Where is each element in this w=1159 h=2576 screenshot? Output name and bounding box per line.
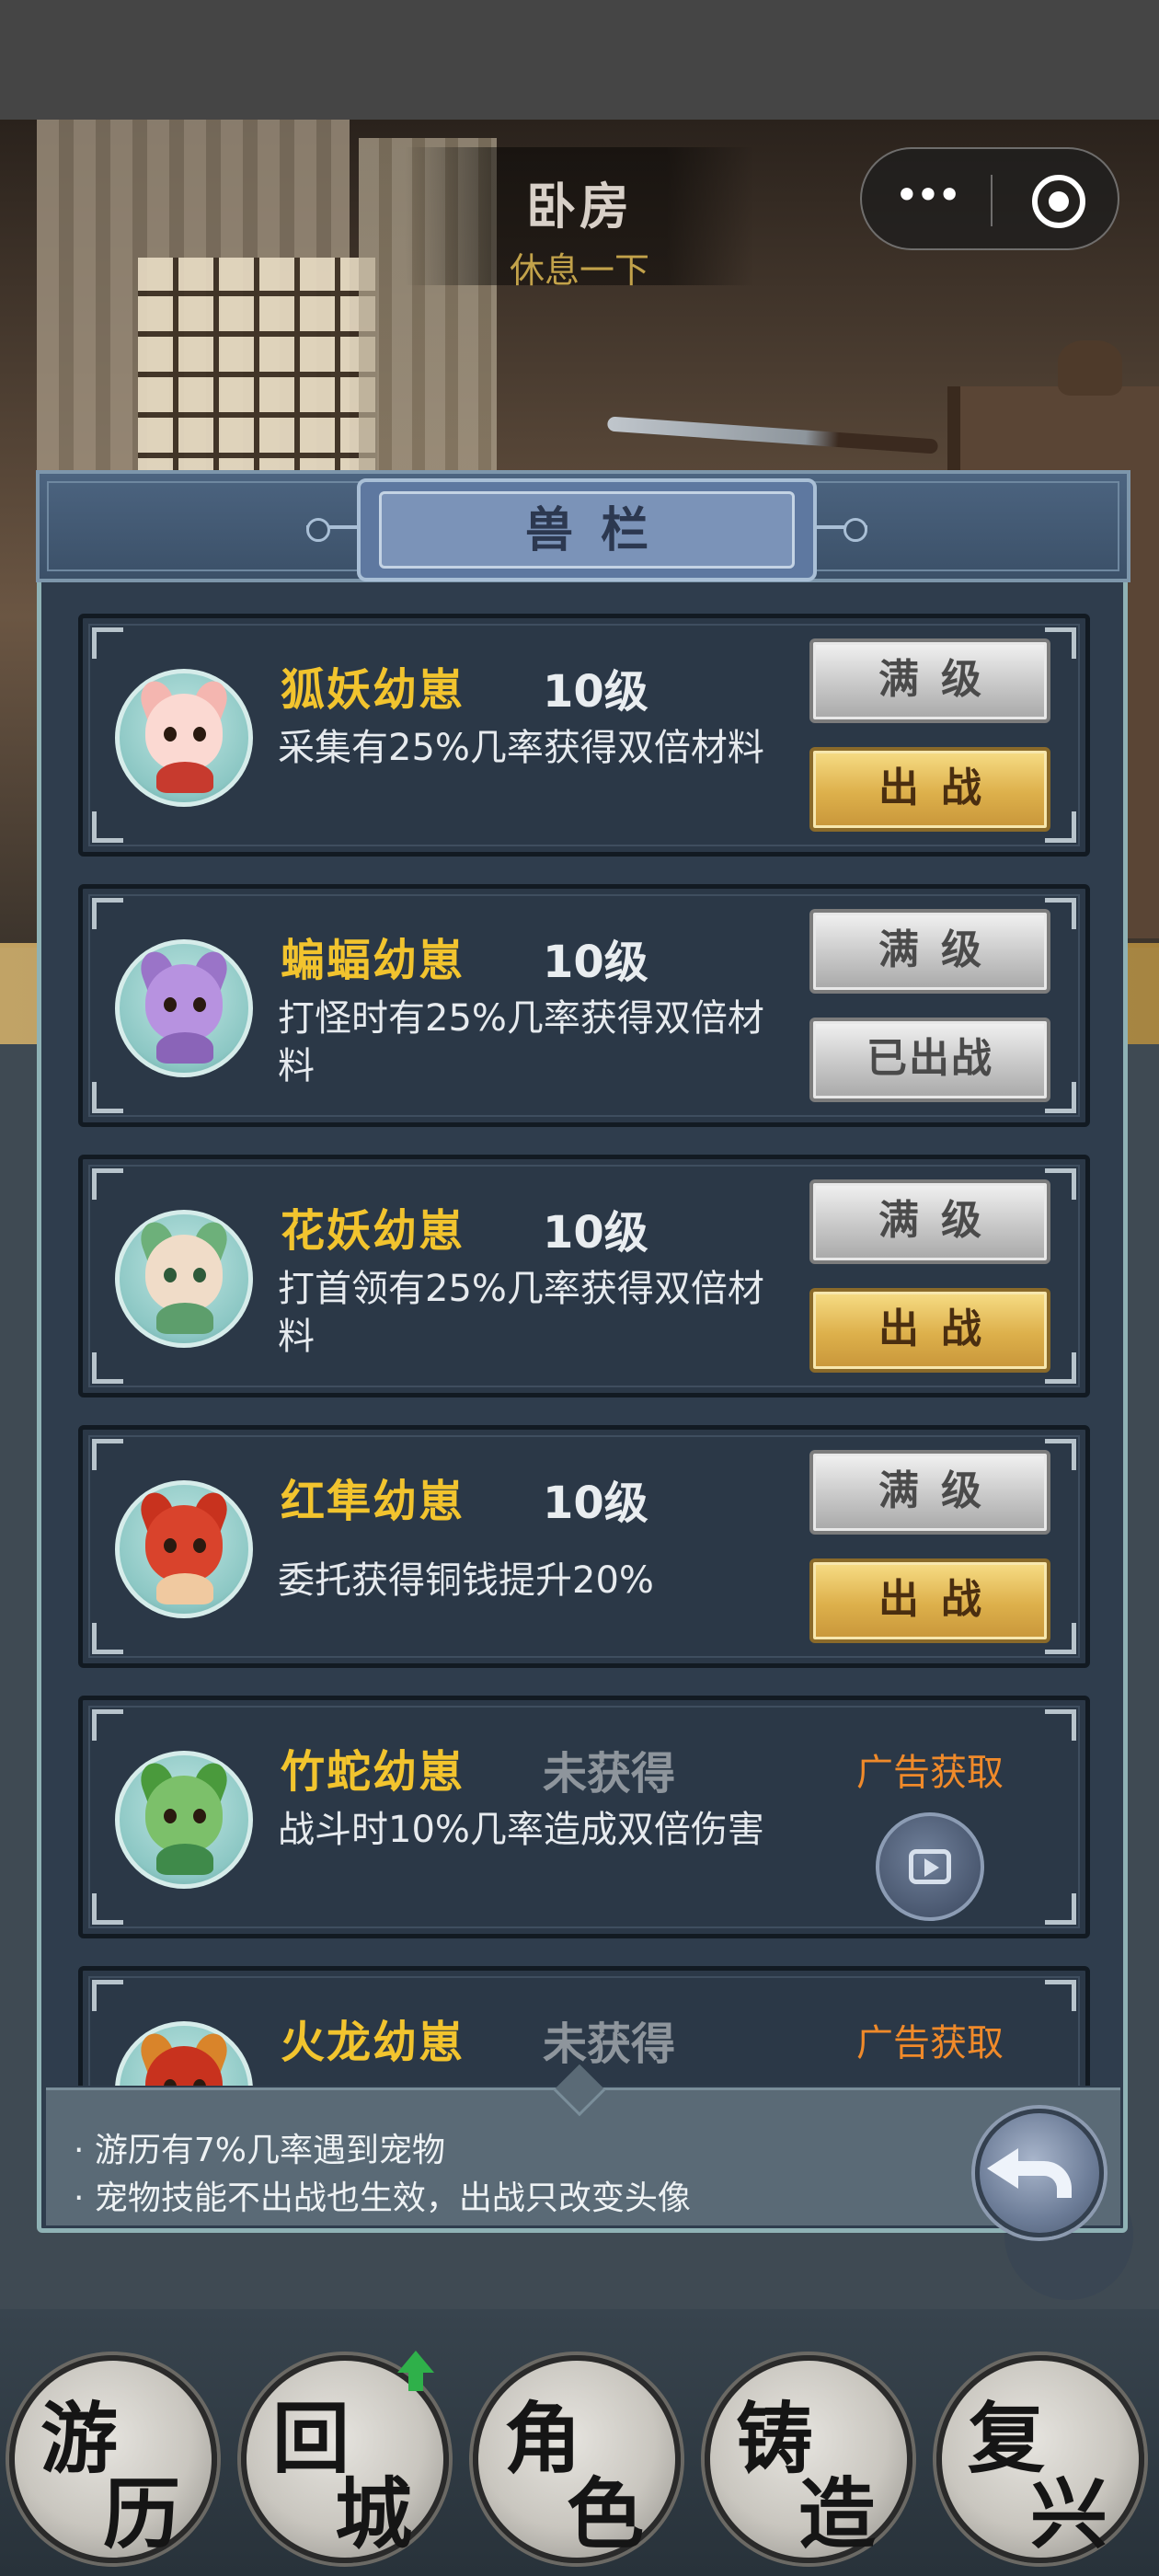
pet-card: 花妖幼崽 10级 打首领有25%几率获得双倍材料 满级 出战 [78,1155,1090,1397]
pet-level: 10级 [543,1478,648,1529]
target-circle-icon[interactable] [1032,175,1085,228]
max-level-button[interactable]: 满级 [809,909,1050,994]
ad-obtain-label: 广告获取 [856,1752,1004,1794]
panel-header: 兽栏 [36,470,1130,582]
pet-pen-panel: 兽栏 狐妖幼崽 10级 采集有25%几率获得双倍材料 满级 出战 蝙蝠幼崽 10… [36,470,1130,2237]
pet-name: 狐妖幼崽 [281,664,465,716]
location-title: 卧房 休息一下 [405,147,754,291]
panel-title-plate: 兽栏 [357,478,817,581]
pet-name: 竹蛇幼崽 [281,1746,465,1798]
pet-skill-desc: 打首领有25%几率获得双倍材料 [278,1268,764,1358]
pet-skill-desc: 委托获得铜钱提升20% [278,1559,654,1602]
pet-status: 未获得 [543,2018,676,2070]
bat-icon [115,939,253,1077]
mini-program-capsule: ••• [860,147,1119,250]
panel-title: 兽栏 [379,491,795,569]
max-level-button[interactable]: 满级 [809,1179,1050,1264]
status-bar [0,0,1159,120]
video-play-icon[interactable] [876,1812,984,1921]
deploy-button[interactable]: 出战 [809,1558,1050,1643]
bottom-nav: 游 历 回 城 角 色 铸 造 复 兴 [0,2309,1159,2576]
pet-list[interactable]: 狐妖幼崽 10级 采集有25%几率获得双倍材料 满级 出战 蝙蝠幼崽 10级 打… [78,614,1090,2086]
nav-forge-button[interactable]: 铸 造 [705,2355,912,2563]
pet-status: 未获得 [543,1748,676,1800]
green-up-arrow-icon [397,2351,434,2391]
max-level-button[interactable]: 满级 [809,1450,1050,1535]
pet-level: 10级 [543,666,648,718]
back-arrow-icon[interactable] [975,2109,1104,2237]
more-dots-icon[interactable]: ••• [889,174,963,226]
location-name: 卧房 [526,178,633,236]
deployed-button[interactable]: 已出战 [809,1018,1050,1102]
deploy-button[interactable]: 出战 [809,747,1050,832]
fox-icon [115,669,253,807]
pet-skill-desc: 战斗时10%几率造成双倍伤害 [278,1809,764,1851]
tip-text: · 游历有7%几率遇到宠物 [74,2132,445,2169]
pet-name: 蝙蝠幼崽 [281,935,465,986]
pet-level: 10级 [543,937,648,988]
tips-bar: · 游历有7%几率遇到宠物 · 宠物技能不出战也生效，出战只改变头像 [46,2064,1120,2237]
nav-travel-button[interactable]: 游 历 [9,2355,217,2563]
tip-text: · 宠物技能不出战也生效，出战只改变头像 [74,2179,691,2217]
deploy-button[interactable]: 出战 [809,1288,1050,1373]
pet-skill-desc: 采集有25%几率获得双倍材料 [278,727,764,769]
bamboo-snake-icon [115,1751,253,1889]
red-bird-icon [115,1480,253,1618]
pet-card: 火龙幼崽 未获得 广告获取 [78,1966,1090,2086]
pet-card: 竹蛇幼崽 未获得 战斗时10%几率造成双倍伤害 广告获取 [78,1696,1090,1938]
flower-fairy-icon [115,1210,253,1348]
pet-card: 蝙蝠幼崽 10级 打怪时有25%几率获得双倍材料 满级 已出战 [78,884,1090,1127]
pet-card: 狐妖幼崽 10级 采集有25%几率获得双倍材料 满级 出战 [78,614,1090,857]
pet-name: 火龙幼崽 [281,2017,465,2068]
location-subtitle: 休息一下 [509,250,649,291]
nav-revive-button[interactable]: 复 兴 [936,2355,1144,2563]
pet-name: 花妖幼崽 [281,1205,465,1257]
max-level-button[interactable]: 满级 [809,638,1050,723]
pet-skill-desc: 打怪时有25%几率获得双倍材料 [278,997,764,1087]
pet-card: 红隼幼崽 10级 委托获得铜钱提升20% 满级 出战 [78,1425,1090,1668]
pet-name: 红隼幼崽 [281,1476,465,1527]
pot-decoration [1058,340,1122,396]
ad-obtain-label: 广告获取 [856,2022,1004,2064]
capsule-divider [991,175,993,226]
pet-level: 10级 [543,1207,648,1259]
sword-decoration [606,416,939,454]
fire-dragon-icon [115,2021,253,2086]
nav-character-button[interactable]: 角 色 [473,2355,681,2563]
